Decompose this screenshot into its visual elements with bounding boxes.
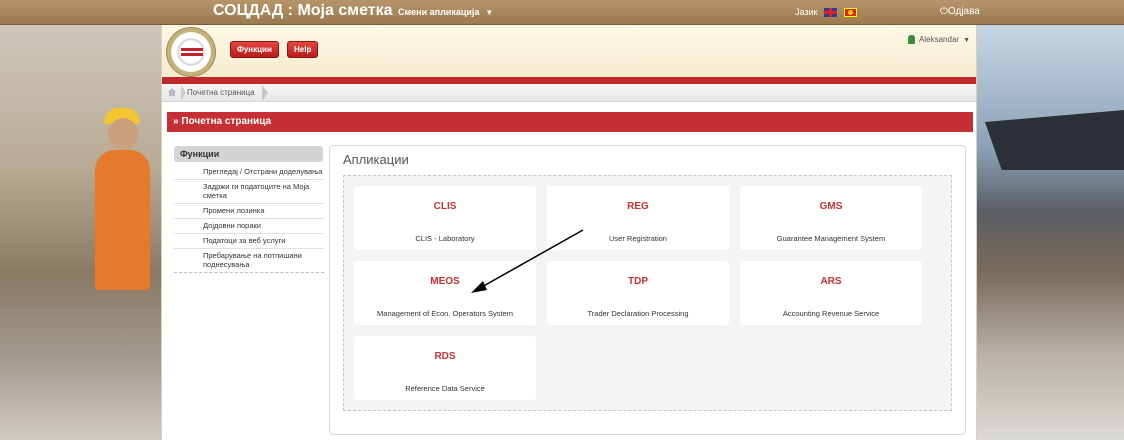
main-container: Функции Help Aleksandar ▼ Почетна страниц… (161, 25, 977, 440)
worker-body-decoration (95, 150, 150, 290)
app-title: СОЦДАД : Моја сметка (213, 2, 393, 19)
app-code: MEOS (430, 276, 460, 287)
user-name: Aleksandar (919, 35, 960, 44)
user-menu[interactable]: Aleksandar ▼ (908, 35, 970, 45)
logout-link[interactable]: ⏻Одјава (940, 6, 980, 17)
logout-label: Одјава (947, 6, 980, 17)
applications-panel: Апликации CLIS CLIS - Laboratory REG Use… (329, 145, 966, 435)
help-button[interactable]: Help (287, 41, 319, 58)
power-icon: ⏻ (940, 6, 948, 17)
switch-app-label: Смени апликација (398, 7, 480, 17)
header: Функции Help Aleksandar ▼ (162, 25, 976, 78)
top-bar: СОЦДАД : Моја сметка Смени апликација ▼ Ј… (0, 0, 1124, 25)
chevron-down-icon: ▼ (485, 8, 494, 17)
sidebar: Прегледај / Отстрани доделувања Задржи г… (174, 165, 324, 273)
sidebar-item-view-assignments[interactable]: Прегледај / Отстрани доделувања (174, 165, 324, 180)
sidebar-header-label: Функции (180, 149, 220, 159)
customs-logo (166, 27, 216, 77)
applications-grid: CLIS CLIS - Laboratory REG User Registra… (343, 175, 952, 411)
background-photo-right (975, 25, 1124, 440)
app-name: User Registration (609, 234, 667, 243)
sidebar-item-signed-submissions[interactable]: Пребарување на потпишани поднесувања (174, 249, 324, 273)
app-code: TDP (628, 276, 648, 287)
header-divider (162, 77, 976, 84)
functions-button[interactable]: Функции (230, 41, 279, 58)
app-name: Management of Econ. Operators System (377, 309, 513, 318)
sidebar-item-change-password[interactable]: Промени лозинка (174, 204, 324, 219)
language-selector: Јазик (795, 7, 857, 18)
chevron-down-icon: ▼ (963, 37, 970, 44)
page-title-text: » Почетна страница (173, 116, 272, 127)
app-name: CLIS - Laboratory (415, 234, 475, 243)
app-name: Trader Declaration Processing (587, 309, 689, 318)
user-icon (908, 35, 916, 45)
app-code: RDS (434, 351, 456, 362)
breadcrumb-home[interactable]: Почетна страница (187, 88, 255, 97)
app-tile-reg[interactable]: REG User Registration (547, 186, 729, 250)
app-code: REG (627, 201, 649, 212)
app-tile-meos[interactable]: MEOS Management of Econ. Operators Syste… (354, 261, 536, 325)
sidebar-item-web-services[interactable]: Податоци за веб услуги (174, 234, 324, 249)
sidebar-item-inbox[interactable]: Дојдовни пораки (174, 219, 324, 234)
applications-title: Апликации (343, 152, 409, 167)
home-icon[interactable] (167, 87, 177, 97)
english-flag-icon[interactable] (824, 8, 838, 18)
breadcrumb-separator (262, 85, 268, 101)
app-code: CLIS (433, 201, 457, 212)
app-name: Guarantee Management System (776, 234, 886, 243)
app-tile-tdp[interactable]: TDP Trader Declaration Processing (547, 261, 729, 325)
app-tile-gms[interactable]: GMS Guarantee Management System (740, 186, 922, 250)
logo-band (181, 53, 203, 56)
sidebar-header: Функции (174, 146, 323, 162)
macedonian-flag-icon[interactable] (843, 8, 857, 18)
sidebar-item-account-data[interactable]: Задржи ги податоците на Моја сметка (174, 180, 324, 204)
switch-app-menu[interactable]: Смени апликација ▼ (398, 7, 493, 17)
breadcrumb-separator (181, 85, 186, 101)
logo-band (181, 48, 203, 51)
app-name: Accounting Revenue Service (782, 309, 880, 318)
app-code: ARS (820, 276, 842, 287)
page-title: » Почетна страница (167, 112, 973, 132)
app-tile-clis[interactable]: CLIS CLIS - Laboratory (354, 186, 536, 250)
app-code: GMS (819, 201, 843, 212)
worker-head-decoration (108, 118, 138, 150)
app-tile-ars[interactable]: ARS Accounting Revenue Service (740, 261, 922, 325)
app-name: Reference Data Service (405, 384, 485, 393)
language-label: Јазик (795, 7, 818, 17)
breadcrumb: Почетна страница (162, 84, 976, 102)
app-tile-rds[interactable]: RDS Reference Data Service (354, 336, 536, 400)
